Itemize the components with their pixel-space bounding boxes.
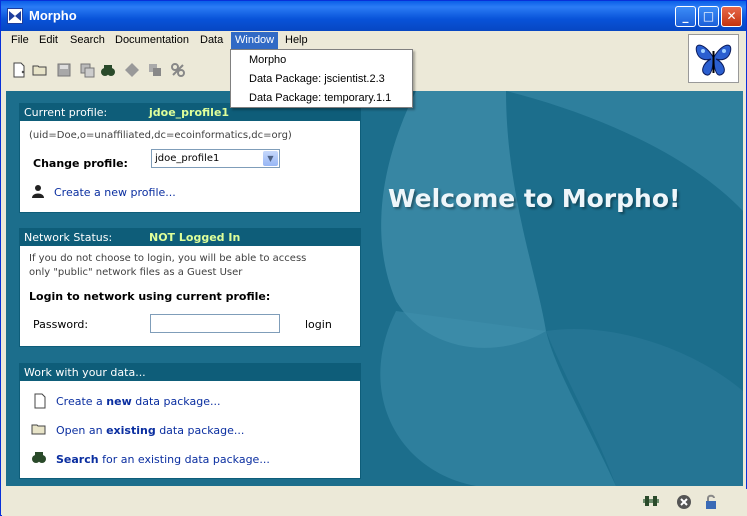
morpho-app-icon xyxy=(7,8,23,24)
menu-bar: File Edit Search Documentation Data Wind… xyxy=(2,31,685,50)
welcome-area: Welcome to Morpho! Current profile: jdoe… xyxy=(6,91,743,486)
open-package-link[interactable]: Open an existing data package... xyxy=(56,424,244,437)
welcome-heading: Welcome to Morpho! xyxy=(388,184,681,213)
network-info-line2: only "public" network files as a Guest U… xyxy=(29,267,243,278)
title-bar[interactable]: Morpho _ □ ✕ xyxy=(1,1,746,31)
window-menu-item-morpho[interactable]: Morpho xyxy=(249,51,286,69)
butterfly-logo xyxy=(688,34,739,83)
search-binoculars-icon[interactable] xyxy=(100,62,116,78)
network-status-label: Network Status: xyxy=(24,231,113,244)
change-profile-label: Change profile: xyxy=(33,157,128,170)
open-link-pre: Open an xyxy=(56,424,107,437)
create-link-post: data package... xyxy=(131,395,221,408)
save-icon[interactable] xyxy=(56,62,72,78)
window-menu-item-jscientist[interactable]: Data Package: jscientist.2.3 xyxy=(249,70,385,88)
maximize-button[interactable]: □ xyxy=(698,6,719,27)
search-link-bold: Search xyxy=(56,453,99,466)
menu-help[interactable]: Help xyxy=(281,32,312,49)
network-panel: Network Status: NOT Logged In If you do … xyxy=(19,228,361,347)
new-package-icon xyxy=(33,393,47,412)
profile-panel: Current profile: jdoe_profile1 (uid=Doe,… xyxy=(19,103,361,213)
network-connection-icon xyxy=(642,494,660,511)
export-icon[interactable] xyxy=(147,62,163,78)
menu-search[interactable]: Search xyxy=(66,32,109,49)
menu-edit[interactable]: Edit xyxy=(35,32,62,49)
open-link-bold: existing xyxy=(106,424,156,437)
network-panel-header: Network Status: NOT Logged In xyxy=(20,229,360,246)
lock-icon xyxy=(704,494,718,513)
disconnected-icon xyxy=(676,494,692,513)
create-link-pre: Create a xyxy=(56,395,107,408)
data-panel-title: Work with your data... xyxy=(24,366,146,379)
copy-icon[interactable] xyxy=(79,62,95,78)
password-input[interactable] xyxy=(150,314,280,333)
butterfly-background xyxy=(356,91,743,486)
profile-select[interactable]: jdoe_profile1 ▼ xyxy=(151,149,280,168)
data-panel: Work with your data... Create a new data… xyxy=(19,363,361,479)
search-package-link[interactable]: Search for an existing data package... xyxy=(56,453,270,466)
open-package-icon[interactable] xyxy=(32,62,48,78)
create-package-link[interactable]: Create a new data package... xyxy=(56,395,220,408)
search-link-post: for an existing data package... xyxy=(98,453,270,466)
menu-data[interactable]: Data xyxy=(196,32,227,49)
window-menu-dropdown: Morpho Data Package: jscientist.2.3 Data… xyxy=(230,49,413,108)
user-icon xyxy=(31,184,47,200)
current-profile-label: Current profile: xyxy=(24,106,108,119)
open-link-post: data package... xyxy=(155,424,245,437)
binoculars-icon xyxy=(31,450,47,467)
minimize-button[interactable]: _ xyxy=(675,6,696,27)
login-button[interactable]: login xyxy=(305,318,332,331)
create-link-bold: new xyxy=(106,395,132,408)
window-menu-item-temporary[interactable]: Data Package: temporary.1.1 xyxy=(249,89,391,107)
open-folder-icon xyxy=(31,422,47,439)
create-profile-link[interactable]: Create a new profile... xyxy=(54,186,176,199)
delete-icon[interactable] xyxy=(170,62,186,78)
data-panel-header: Work with your data... xyxy=(20,364,360,381)
close-button[interactable]: ✕ xyxy=(721,6,742,27)
profile-uid-text: (uid=Doe,o=unaffiliated,dc=ecoinformatic… xyxy=(29,130,292,141)
synchronize-icon[interactable] xyxy=(124,62,140,78)
login-heading: Login to network using current profile: xyxy=(29,290,271,303)
current-profile-value: jdoe_profile1 xyxy=(149,106,230,119)
password-label: Password: xyxy=(33,318,89,331)
network-info-line1: If you do not choose to login, you will … xyxy=(29,253,307,264)
network-status-value: NOT Logged In xyxy=(149,231,241,244)
morpho-window: Morpho _ □ ✕ File Edit Search Documentat… xyxy=(0,0,747,516)
menu-documentation[interactable]: Documentation xyxy=(111,32,193,49)
profile-select-value: jdoe_profile1 xyxy=(155,153,220,164)
new-package-icon[interactable] xyxy=(11,62,27,78)
chevron-down-icon[interactable]: ▼ xyxy=(263,151,278,166)
window-title: Morpho xyxy=(29,8,77,23)
menu-file[interactable]: File xyxy=(7,32,33,49)
menu-window[interactable]: Window xyxy=(231,32,279,49)
status-bar xyxy=(2,489,747,516)
